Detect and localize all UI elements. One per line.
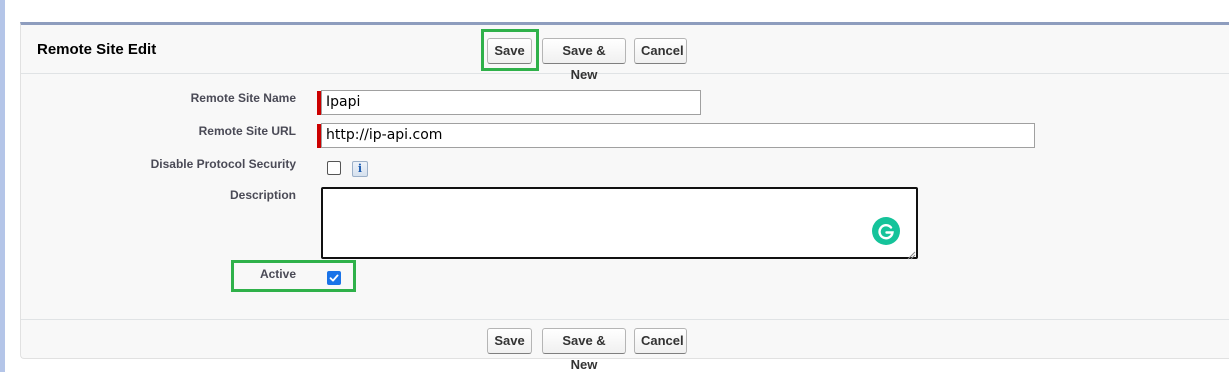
panel-header: Remote Site Edit Save Save & New Cancel [21,25,1229,82]
truncated-top-text [20,0,1229,10]
description-label: Description [229,188,296,202]
grammarly-icon[interactable] [872,217,900,245]
save-new-button-bottom[interactable]: Save & New [542,328,626,372]
save-highlight-box [481,29,539,71]
left-sidebar-edge [0,0,5,372]
footer-divider [21,319,1229,320]
description-textarea[interactable] [321,187,918,259]
disable-protocol-security-label: Disable Protocol Security [150,157,296,171]
save-new-button-top[interactable]: Save & New [542,38,626,82]
resize-grip-icon[interactable] [906,247,916,260]
remote-site-name-input[interactable]: Ipapi [321,90,701,115]
save-button-bottom[interactable]: Save [487,328,532,354]
remote-site-edit-panel: Remote Site Edit Save Save & New Cancel … [20,22,1229,372]
info-icon[interactable]: i [352,161,368,177]
disable-protocol-security-checkbox[interactable] [327,161,341,175]
page-title: Remote Site Edit [37,41,157,58]
remote-site-url-label: Remote Site URL [198,124,296,138]
cancel-button-bottom[interactable]: Cancel [634,328,687,354]
remote-site-url-input[interactable]: http://ip-api.com [321,123,1035,148]
remote-site-name-label: Remote Site Name [190,91,296,105]
cancel-button-top[interactable]: Cancel [634,38,687,64]
active-highlight-box [231,260,356,292]
